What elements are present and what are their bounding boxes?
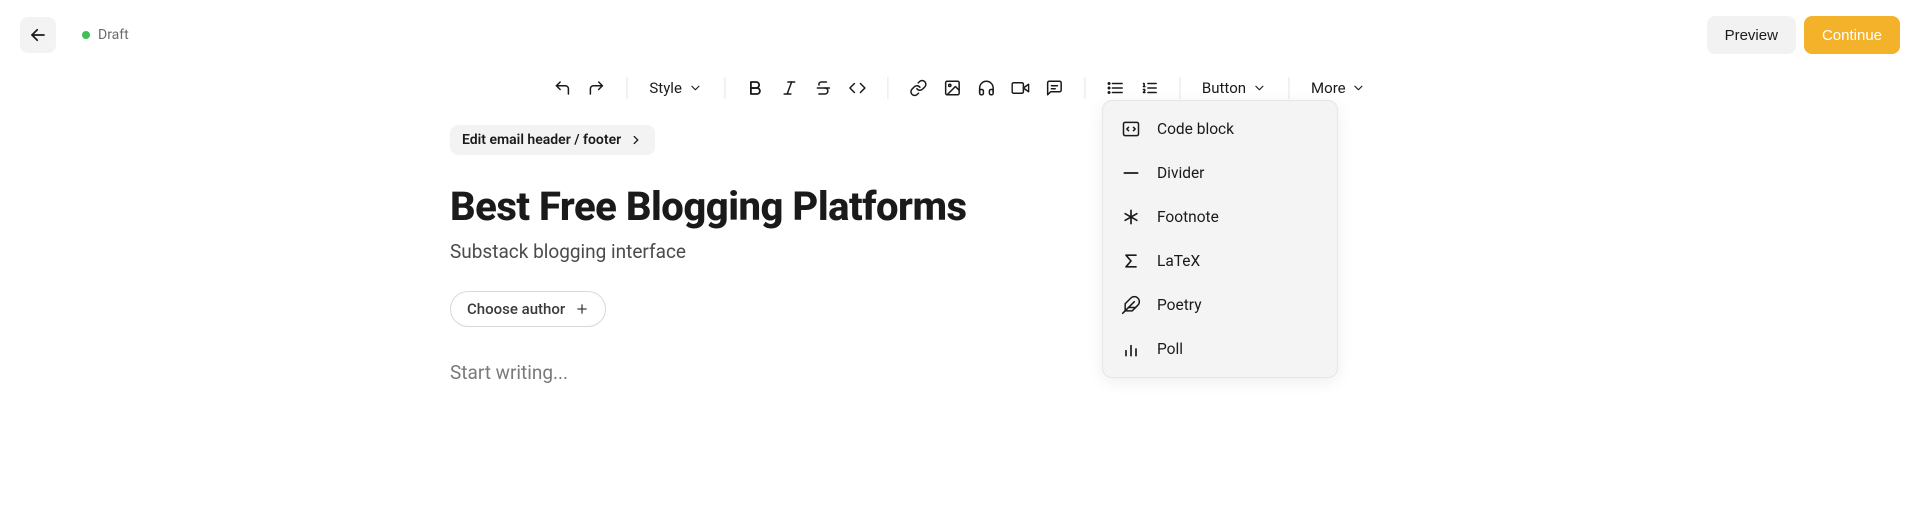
chevron-right-icon [629, 133, 643, 147]
style-dropdown-label: Style [649, 79, 682, 97]
comment-button[interactable] [1040, 74, 1068, 102]
divider-icon [1121, 163, 1141, 183]
headphones-icon [977, 79, 995, 97]
menu-item-label: Code block [1157, 120, 1234, 138]
plus-icon [575, 302, 589, 316]
chevron-down-icon [1252, 81, 1266, 95]
chevron-down-icon [1352, 81, 1366, 95]
chevron-down-icon [688, 81, 702, 95]
undo-button[interactable] [548, 74, 576, 102]
post-title-input[interactable]: Best Free Blogging Platforms [450, 183, 1090, 230]
menu-item-label: Poetry [1157, 296, 1202, 314]
menu-item-label: Footnote [1157, 208, 1219, 226]
video-icon [1011, 79, 1029, 97]
menu-item-poll[interactable]: Poll [1103, 327, 1337, 371]
menu-item-divider[interactable]: Divider [1103, 151, 1337, 195]
more-dropdown-label: More [1311, 79, 1346, 97]
link-icon [909, 79, 927, 97]
strikethrough-button[interactable] [809, 74, 837, 102]
more-dropdown-menu: Code block Divider Footnote LaTeX Poetry… [1102, 100, 1338, 378]
toolbar-divider [1288, 77, 1289, 99]
style-dropdown[interactable]: Style [643, 74, 708, 102]
toolbar-divider [887, 77, 888, 99]
insert-button-label: Button [1202, 79, 1246, 97]
code-block-icon [1121, 119, 1141, 139]
edit-email-header-label: Edit email header / footer [462, 132, 621, 148]
feather-icon [1121, 295, 1141, 315]
edit-email-header-button[interactable]: Edit email header / footer [450, 125, 655, 155]
bullet-list-button[interactable] [1101, 74, 1129, 102]
toolbar-divider [1084, 77, 1085, 99]
redo-button[interactable] [582, 74, 610, 102]
italic-icon [780, 79, 798, 97]
code-inline-button[interactable] [843, 74, 871, 102]
toolbar-divider [724, 77, 725, 99]
status-label: Draft [98, 27, 129, 43]
top-actions: Preview Continue [1707, 16, 1900, 54]
bullet-list-icon [1106, 79, 1124, 97]
bold-icon [746, 79, 764, 97]
status-dot-icon [82, 31, 90, 39]
menu-item-label: Poll [1157, 340, 1183, 358]
post-subtitle-input[interactable]: Substack blogging interface [450, 240, 1090, 263]
redo-icon [587, 79, 605, 97]
strikethrough-icon [814, 79, 832, 97]
preview-button[interactable]: Preview [1707, 16, 1796, 54]
link-button[interactable] [904, 74, 932, 102]
menu-item-footnote[interactable]: Footnote [1103, 195, 1337, 239]
video-button[interactable] [1006, 74, 1034, 102]
menu-item-latex[interactable]: LaTeX [1103, 239, 1337, 283]
italic-button[interactable] [775, 74, 803, 102]
more-dropdown-trigger[interactable]: More [1305, 74, 1372, 102]
post-body-input[interactable]: Start writing... [450, 361, 1090, 384]
audio-button[interactable] [972, 74, 1000, 102]
sigma-icon [1121, 251, 1141, 271]
post-status: Draft [82, 27, 129, 43]
editor-area: Edit email header / footer Best Free Blo… [450, 125, 1090, 384]
continue-button[interactable]: Continue [1804, 16, 1900, 54]
code-icon [848, 79, 866, 97]
speech-bubble-icon [1045, 79, 1063, 97]
insert-button-dropdown[interactable]: Button [1196, 74, 1272, 102]
bold-button[interactable] [741, 74, 769, 102]
numbered-list-icon [1140, 79, 1158, 97]
asterisk-icon [1121, 207, 1141, 227]
menu-item-code-block[interactable]: Code block [1103, 107, 1337, 151]
menu-item-label: LaTeX [1157, 252, 1200, 270]
toolbar-divider [626, 77, 627, 99]
menu-item-poetry[interactable]: Poetry [1103, 283, 1337, 327]
choose-author-button[interactable]: Choose author [450, 291, 606, 327]
bar-chart-icon [1121, 339, 1141, 359]
back-button[interactable] [20, 17, 56, 53]
numbered-list-button[interactable] [1135, 74, 1163, 102]
image-icon [943, 79, 961, 97]
arrow-left-icon [29, 26, 47, 44]
toolbar-divider [1179, 77, 1180, 99]
menu-item-label: Divider [1157, 164, 1204, 182]
top-bar: Draft Preview Continue [0, 11, 1920, 59]
undo-icon [553, 79, 571, 97]
image-button[interactable] [938, 74, 966, 102]
choose-author-label: Choose author [467, 300, 565, 318]
